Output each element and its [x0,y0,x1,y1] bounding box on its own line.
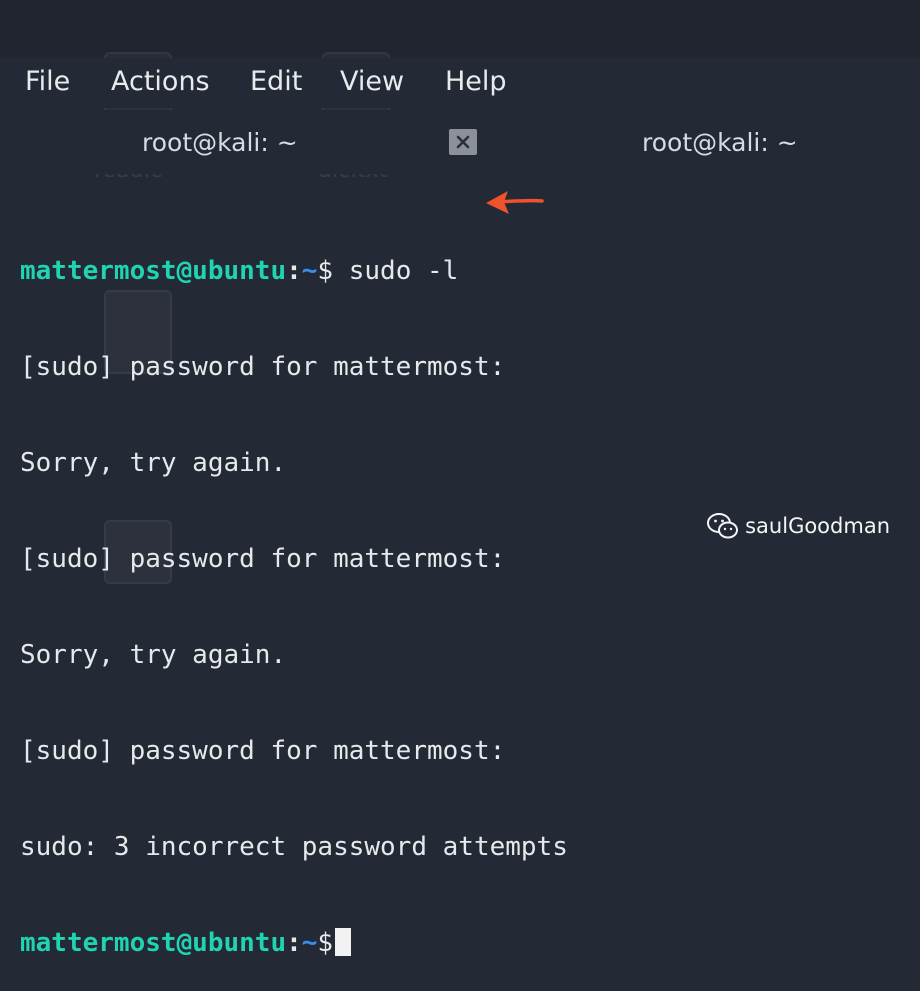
prompt-path: ~ [301,256,318,286]
prompt-dollar: $ [317,928,334,958]
menu-actions[interactable]: Actions [111,66,210,98]
menu-view[interactable]: View [340,66,404,98]
watermark: saulGoodman [707,512,890,540]
menu-bar: File Actions Edit View Help [0,58,920,108]
prompt-user: mattermost@ubuntu [20,256,287,286]
current-prompt-line[interactable]: mattermost@ubuntu:~$ [20,927,568,959]
tab-bar: root@kali: ~ root@kali: ~ [0,110,920,174]
output-line: Sorry, try again. [20,448,287,478]
tab-1-title[interactable]: root@kali: ~ [142,128,298,158]
output-line: [sudo] password for mattermost: [20,544,506,574]
red-arrow-annotation-icon [486,191,544,214]
output-line: [sudo] password for mattermost: [20,352,506,382]
prompt-dollar: $ [317,256,334,286]
command-text: sudo -l [333,256,459,286]
tab-close-icon[interactable] [449,129,477,155]
terminal-output[interactable]: mattermost@ubuntu:~$ sudo -l [sudo] pass… [20,191,568,991]
tab-2-title[interactable]: root@kali: ~ [642,128,798,158]
prompt-path: ~ [301,928,318,958]
output-line: Sorry, try again. [20,640,287,670]
desktop-top-bar [0,0,920,58]
menu-edit[interactable]: Edit [250,66,302,98]
menu-file[interactable]: File [25,66,70,98]
text-cursor [335,928,352,956]
prompt-user: mattermost@ubuntu [20,928,287,958]
menu-help[interactable]: Help [445,66,507,98]
output-line: sudo: 3 incorrect password attempts [20,832,568,862]
wechat-icon [707,513,739,539]
prompt-separator: : [286,928,302,958]
prompt-separator: : [286,256,302,286]
output-line: [sudo] password for mattermost: [20,736,506,766]
command-line: mattermost@ubuntu:~$ sudo -l [20,255,568,287]
watermark-text: saulGoodman [745,514,890,538]
